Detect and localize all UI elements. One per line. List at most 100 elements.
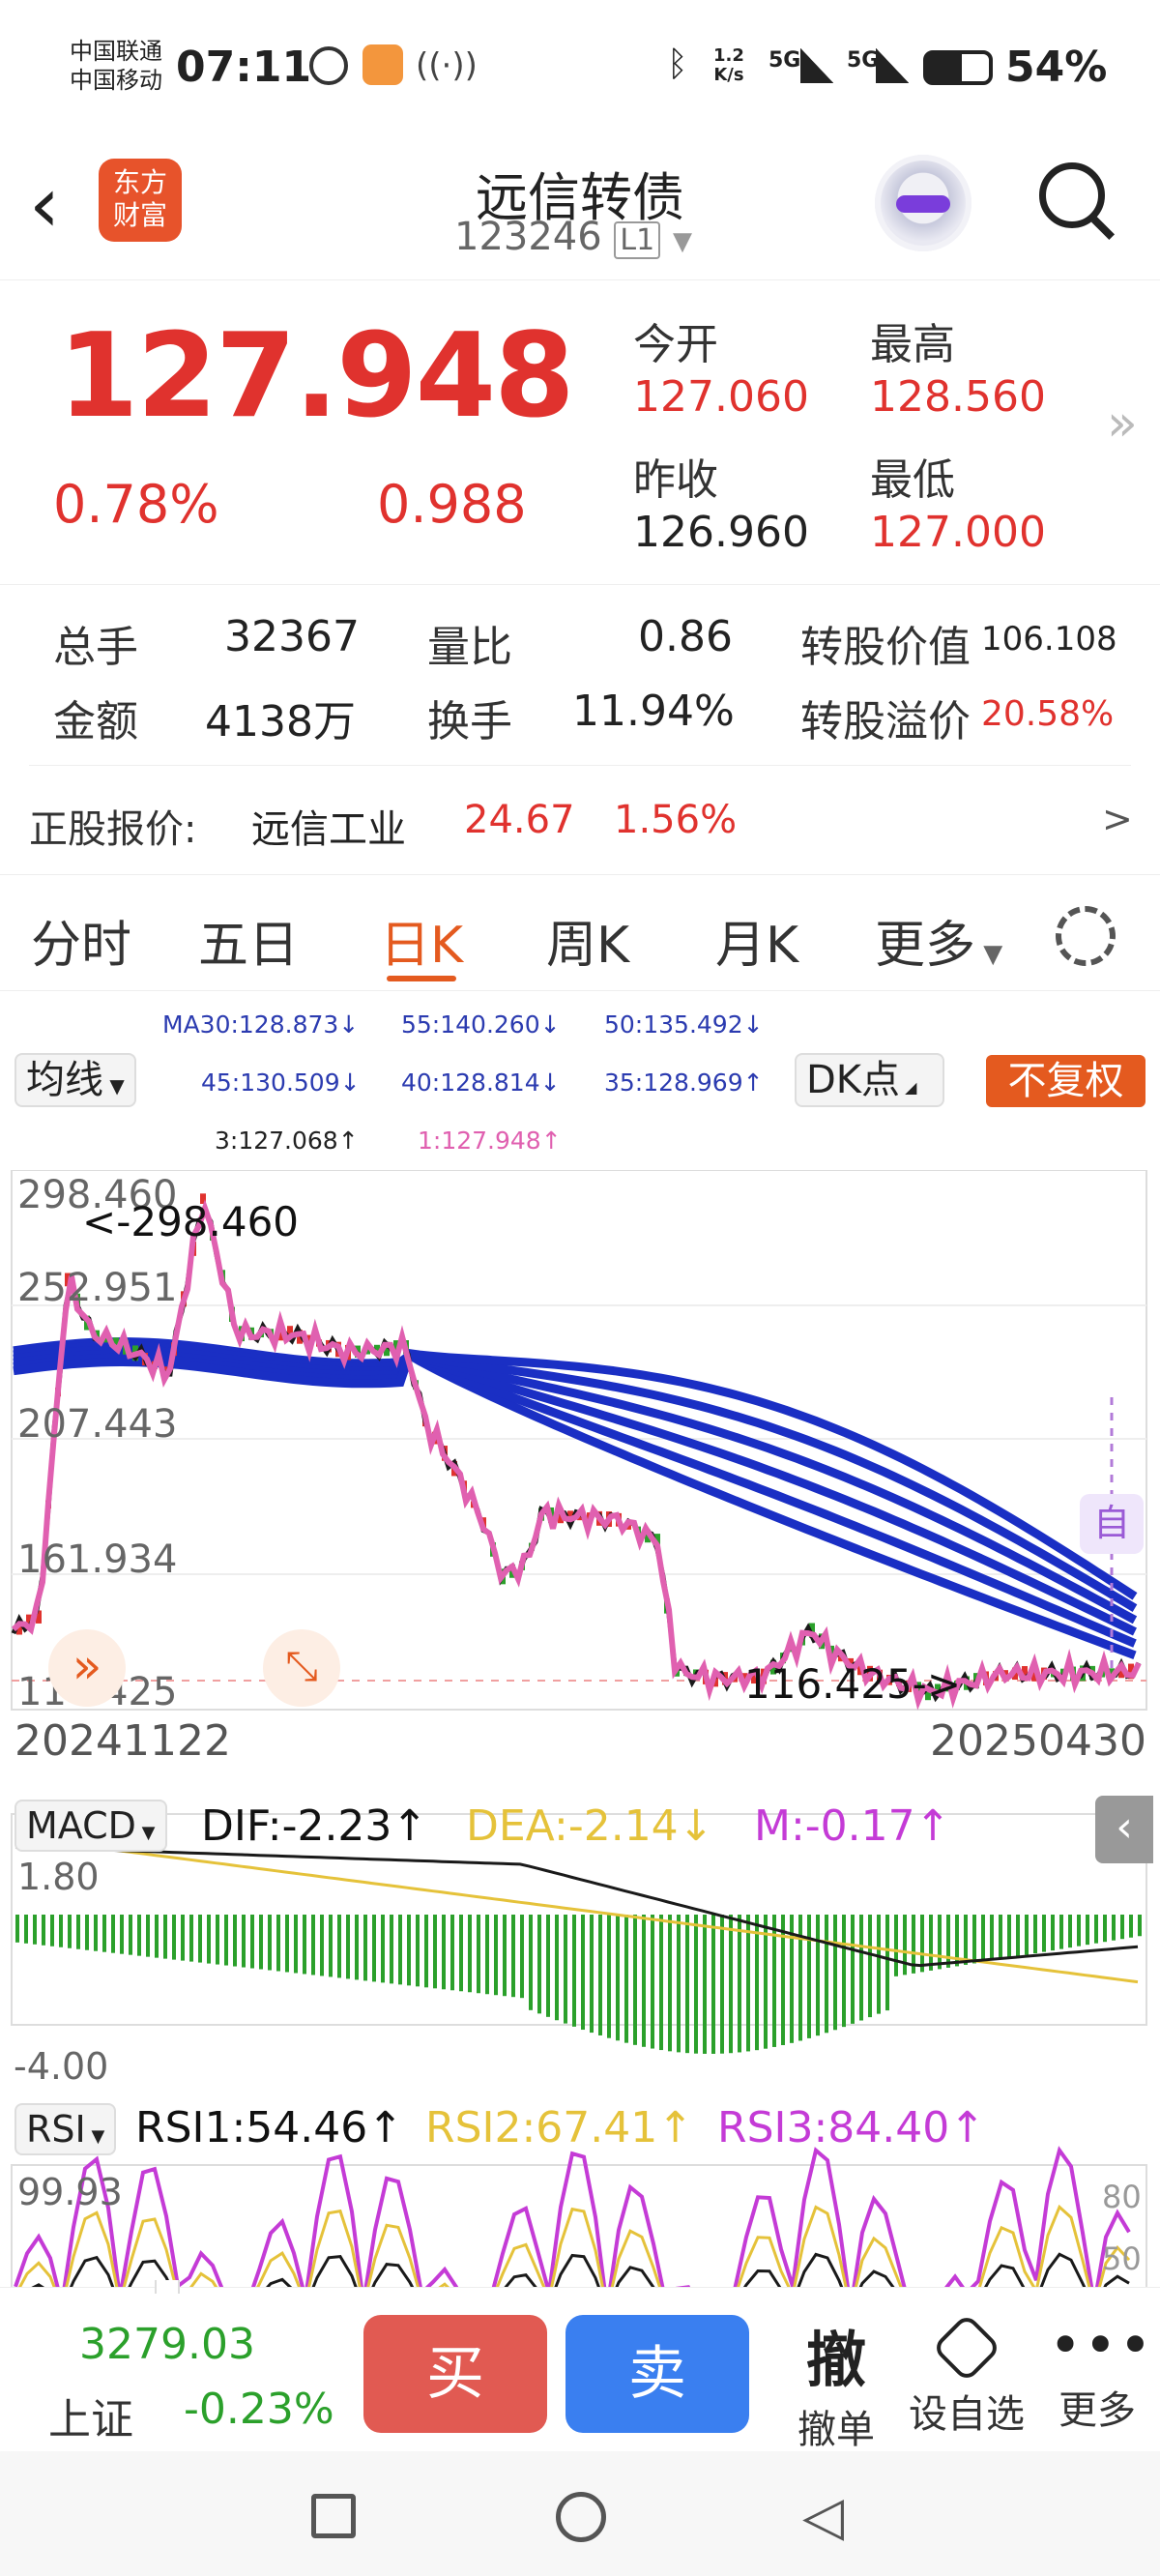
dk-point-selector[interactable]: DK点 ◢ (795, 1053, 944, 1107)
macd-bar (485, 1915, 489, 1995)
macd-bar (120, 1915, 124, 1954)
index-value[interactable]: 3279.03 (79, 2320, 255, 2369)
status-bar: 中国联通 中国移动 07:11 ((·)) ᛒ 1.2 K/s 5G 5G 54% (0, 0, 1160, 145)
rsi-selector[interactable]: RSI ▼ (14, 2103, 117, 2155)
underlying-stock-row[interactable]: 正股报价: 远信工业 24.67 1.56% > (0, 769, 1160, 875)
underlying-price: 24.67 (464, 798, 575, 842)
stats-panel: 总手 32367 量比 0.86 转股价值 106.108 金额 4138万 换… (0, 585, 1160, 875)
cancel-order-button[interactable]: 撤 撤单 (793, 2311, 880, 2454)
macd-bar (990, 1915, 994, 1961)
side-panel-toggle-icon[interactable]: ‹ (1095, 1796, 1153, 1863)
buy-button[interactable]: 买 (363, 2315, 547, 2433)
prev-close-label: 昨收 (633, 455, 718, 505)
macd-bar (938, 1915, 942, 1970)
close-price-line (11, 1207, 1142, 1703)
tab-more[interactable]: 更多 ▼ (875, 904, 1002, 977)
macd-bar (703, 1915, 707, 2054)
tab-five-day[interactable]: 五日 (198, 904, 299, 977)
more-button[interactable]: ••• 更多 (1049, 2311, 1154, 2435)
macd-bar (433, 1915, 437, 1989)
change-amount: 0.988 (377, 474, 527, 535)
macd-bar (459, 1915, 463, 1992)
tab-monthly-k[interactable]: 月K (715, 904, 798, 977)
ma-selector[interactable]: 均线 ▼ (14, 1053, 136, 1107)
watchlist-icon (931, 2312, 1002, 2384)
macd-bar (224, 1915, 228, 1966)
ma50-value: 50:135.492↓ (604, 1010, 764, 1039)
corner-triangle-icon: ◢ (900, 1078, 917, 1097)
macd-bar (1120, 1915, 1124, 1940)
macd-bar (416, 1915, 420, 1987)
self-select-marker[interactable]: 自 (1080, 1494, 1144, 1554)
macd-bar (677, 1915, 681, 2053)
macd-bar (1016, 1915, 1020, 1957)
macd-bar (1025, 1915, 1029, 1955)
more-dots-icon: ••• (1049, 2312, 1154, 2378)
macd-selector[interactable]: MACD ▼ (14, 1800, 167, 1852)
turnover-value: 11.94% (572, 687, 735, 736)
macd-bar (851, 1915, 855, 2024)
amount-label: 金额 (53, 697, 138, 746)
fullscreen-icon[interactable]: ⤡ (263, 1629, 340, 1707)
macd-bar (842, 1915, 846, 2028)
sell-button[interactable]: 卖 (566, 2315, 749, 2433)
tab-weekly-k[interactable]: 周K (546, 904, 629, 977)
level-badge: L1 (614, 221, 661, 259)
recent-apps-icon[interactable] (311, 2494, 356, 2538)
macd-bar (1007, 1915, 1011, 1958)
signal-icon-1 (800, 48, 833, 83)
macd-bar (1051, 1915, 1055, 1951)
expand-icon[interactable]: » (1107, 395, 1138, 453)
macd-bar (1033, 1915, 1037, 1954)
date-end: 20250430 (930, 1716, 1146, 1766)
macd-bar (216, 1915, 219, 1965)
macd-bar (572, 1915, 576, 2027)
date-start: 20241122 (14, 1716, 231, 1766)
macd-bar (781, 1915, 785, 2045)
ma40-value: 40:128.814↓ (401, 1068, 561, 1097)
macd-bar (807, 1915, 811, 2038)
chevron-right-icon: > (1102, 798, 1133, 840)
macd-m: M:-0.17↑ (754, 1801, 951, 1851)
open-value: 127.060 (633, 372, 809, 422)
robot-assistant-icon[interactable] (875, 155, 972, 251)
adjustment-button[interactable]: 不复权 (986, 1055, 1146, 1107)
tab-daily-k[interactable]: 日K (380, 904, 463, 977)
add-watchlist-button[interactable]: 设自选 (904, 2311, 1030, 2439)
macd-bar (1042, 1915, 1046, 1952)
tab-intraday[interactable]: 分时 (31, 904, 131, 977)
home-icon[interactable] (556, 2492, 606, 2542)
ma35-value: 35:128.969↑ (604, 1068, 764, 1097)
macd-bar (659, 1915, 663, 2051)
carrier-1: 中国联通 (70, 38, 162, 65)
settings-gear-icon[interactable] (1056, 906, 1116, 966)
macd-bar (1094, 1915, 1098, 1944)
ma-line (13, 1348, 1138, 1625)
chart-area: MA30:128.873↓ 55:140.260↓ 50:135.492↓ 45… (0, 991, 1160, 2311)
macd-bar (24, 1915, 28, 1944)
cancel-icon: 撤 (805, 2325, 866, 2395)
moving-average-lines (13, 1337, 1138, 1660)
bond-code[interactable]: 123246 L1 ▼ (454, 215, 692, 259)
clock: 07:11 (176, 43, 312, 92)
expand-handle[interactable] (155, 2280, 180, 2294)
macd-bar (442, 1915, 446, 1990)
battery-icon (923, 50, 993, 85)
macd-bar (642, 1915, 646, 2047)
macd-bar (102, 1915, 106, 1952)
macd-bar (798, 1915, 802, 2041)
ma3-value: 3:127.068↑ (215, 1127, 359, 1155)
macd-bar (624, 1915, 628, 2043)
macd-bar (981, 1915, 985, 1962)
back-nav-icon[interactable]: ◁ (802, 2490, 844, 2544)
quote-panel: 127.948 0.78% 0.988 今开 127.060 最高 128.56… (0, 280, 1160, 585)
macd-bar (233, 1915, 237, 1967)
macd-bar (407, 1915, 411, 1986)
high-label: 最高 (870, 320, 955, 369)
macd-bar (964, 1915, 968, 1965)
macd-bar (929, 1915, 933, 1971)
scroll-left-icon[interactable]: » (48, 1629, 126, 1707)
macd-bar (668, 1915, 672, 2052)
macd-bar (894, 1915, 898, 1976)
macd-y-top: 1.80 (17, 1856, 100, 1898)
